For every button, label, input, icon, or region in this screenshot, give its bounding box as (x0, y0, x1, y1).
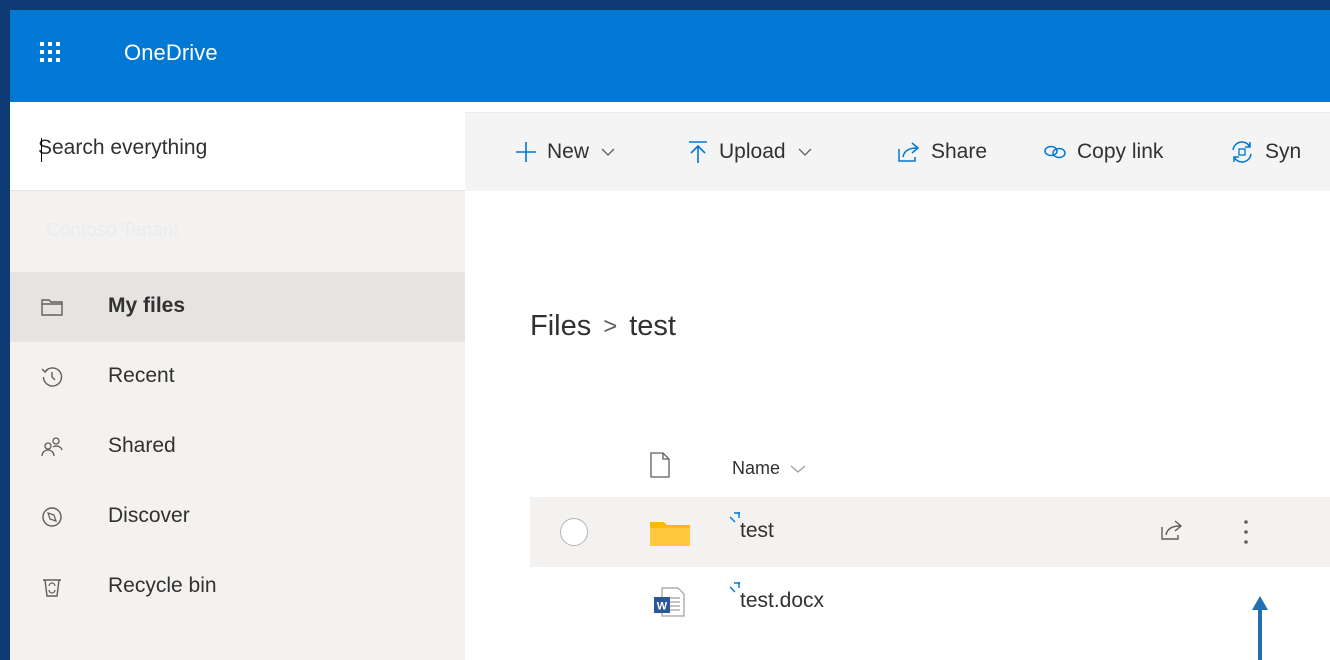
row-select-checkbox[interactable] (560, 518, 588, 546)
nav-list: My files Recent Shared Discover Recycle … (10, 272, 465, 622)
list-header: Name (530, 446, 1330, 496)
sidebar-item-recent[interactable]: Recent (10, 342, 465, 412)
more-options-icon[interactable] (1240, 517, 1252, 552)
annotation-arrow-icon (1250, 594, 1270, 660)
sidebar-item-recycle-bin[interactable]: Recycle bin (10, 552, 465, 622)
people-icon (40, 435, 64, 459)
search-input[interactable] (38, 130, 438, 166)
sidebar-item-label: Recycle bin (108, 574, 217, 597)
share-button[interactable]: Share (897, 113, 987, 191)
sidebar-item-label: Shared (108, 434, 176, 457)
share-label: Share (931, 140, 988, 163)
file-name[interactable]: test (740, 519, 774, 543)
link-icon (1044, 145, 1066, 159)
sidebar-item-label: My files (108, 294, 186, 317)
sync-button[interactable]: Syn (1229, 113, 1301, 191)
command-bar: New Upload Share Copy link Syn (465, 112, 1330, 191)
recycle-bin-icon (40, 575, 64, 599)
compass-icon (40, 505, 64, 529)
folder-icon (650, 516, 690, 553)
file-type-icon[interactable] (650, 452, 670, 483)
name-column-header[interactable]: Name (732, 458, 806, 479)
copy-link-button[interactable]: Copy link (1043, 113, 1163, 191)
history-icon (40, 365, 64, 389)
upload-button[interactable]: Upload (687, 113, 812, 191)
svg-text:W: W (657, 601, 668, 613)
breadcrumb-current: test (629, 310, 676, 342)
folder-icon (40, 295, 64, 319)
chevron-right-icon: > (603, 312, 618, 340)
sidebar-item-shared[interactable]: Shared (10, 412, 465, 482)
file-name[interactable]: test.docx (740, 589, 824, 613)
sync-label: Syn (1265, 140, 1302, 163)
text-cursor (41, 138, 42, 162)
word-document-icon: W (652, 585, 686, 624)
list-item[interactable]: test (530, 497, 1330, 567)
tenant-label: Contoso Tenant (46, 220, 179, 241)
app-title[interactable]: OneDrive (124, 40, 218, 66)
sidebar-item-label: Discover (108, 504, 190, 527)
chevron-down-icon (798, 148, 812, 156)
sidebar-item-discover[interactable]: Discover (10, 482, 465, 552)
new-button[interactable]: New (515, 113, 615, 191)
chevron-down-icon (601, 148, 615, 156)
search-box[interactable] (10, 102, 465, 191)
chevron-down-icon (790, 465, 806, 473)
list-item[interactable]: W test.docx (530, 567, 1330, 637)
sidebar-item-label: Recent (108, 364, 175, 387)
copy-link-label: Copy link (1077, 140, 1164, 163)
app-launcher-icon[interactable] (38, 40, 62, 64)
share-icon[interactable] (1160, 519, 1184, 546)
plus-icon (516, 142, 536, 162)
breadcrumb: Files > test (530, 310, 676, 343)
sidebar-item-my-files[interactable]: My files (10, 272, 465, 342)
new-label: New (547, 140, 590, 163)
share-icon (898, 142, 920, 162)
upload-label: Upload (719, 140, 786, 163)
sync-icon (1232, 141, 1252, 163)
suite-header: OneDrive (10, 10, 1330, 102)
breadcrumb-root[interactable]: Files (530, 310, 591, 343)
left-navigation: Contoso Tenant My files Recent Shared (10, 102, 465, 660)
name-column-label: Name (732, 458, 781, 478)
upload-icon (689, 141, 707, 163)
onedrive-window: OneDrive Contoso Tenant My files Recent (10, 10, 1330, 660)
